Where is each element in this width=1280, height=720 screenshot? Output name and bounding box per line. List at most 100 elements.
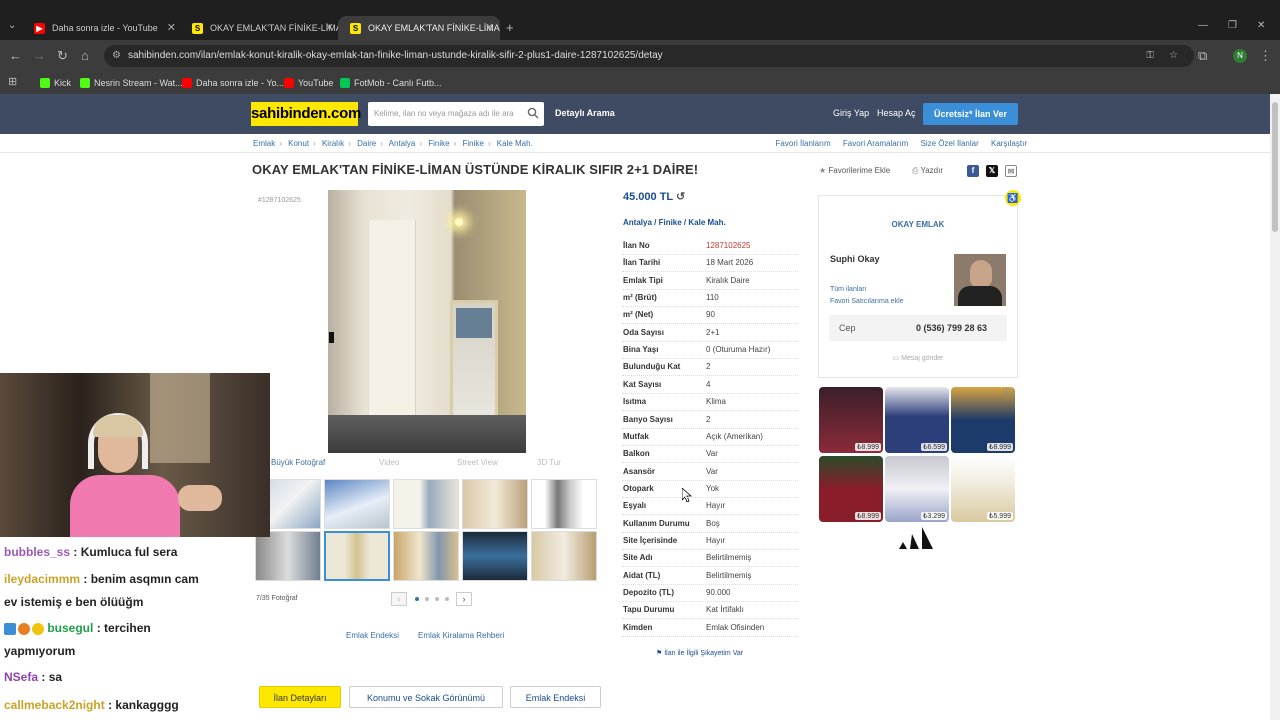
kick-icon <box>40 78 50 88</box>
thumbnail[interactable] <box>324 479 390 529</box>
bookmark-nesrin[interactable]: Nesrin Stream - Wat... <box>80 76 183 90</box>
send-message-link[interactable]: ▭ Mesaj gönder <box>819 354 1017 362</box>
close-window-icon[interactable]: ✕ <box>1257 20 1265 31</box>
bookmark-watch-later[interactable]: Daha sonra izle - Yo... <box>182 76 284 90</box>
breadcrumb-item[interactable]: Konut <box>288 139 309 148</box>
tab-listing-2[interactable]: S OKAY EMLAK'TAN FİNİKE-LİMA ✕ <box>338 16 500 40</box>
apps-icon[interactable]: ⊞ <box>8 75 17 88</box>
breadcrumb-item[interactable]: Finike <box>463 139 484 148</box>
bookmark-kick[interactable]: Kick <box>40 76 71 90</box>
back-icon[interactable]: ← <box>9 48 22 63</box>
scrollbar-thumb[interactable] <box>1272 102 1278 232</box>
ad-item[interactable]: ₺8.999 <box>819 387 883 453</box>
tab-youtube[interactable]: ▶ Daha sonra izle - YouTube ✕ <box>22 16 182 40</box>
breadcrumb-item[interactable]: Kale Mah. <box>497 139 533 148</box>
extensions-icon[interactable]: ⧉ <box>1198 48 1207 64</box>
rental-guide-link[interactable]: Emlak Kiralama Rehberi <box>418 631 504 640</box>
tab-location[interactable]: Konumu ve Sokak Görünümü <box>349 686 503 708</box>
breadcrumb-item[interactable]: Daire <box>357 139 376 148</box>
home-icon[interactable]: ⌂ <box>81 48 89 63</box>
bookmark-youtube[interactable]: YouTube <box>284 76 333 90</box>
prev-photo-arrow[interactable] <box>329 332 334 343</box>
page-scrollbar[interactable] <box>1270 94 1280 720</box>
accessibility-icon[interactable]: ♿ <box>1005 190 1021 206</box>
restore-icon[interactable]: ❐ <box>1228 20 1237 31</box>
price-history-icon[interactable]: ↺ <box>676 191 685 203</box>
thumbnail[interactable] <box>255 531 321 581</box>
email-share-icon[interactable]: ✉ <box>1005 165 1017 177</box>
close-tab-icon[interactable]: ✕ <box>325 16 334 40</box>
thumbnail[interactable] <box>462 531 528 581</box>
pager-dot[interactable] <box>415 597 419 601</box>
prev-page-button[interactable]: ‹ <box>391 592 407 606</box>
pager-dot[interactable] <box>435 597 439 601</box>
location-city[interactable]: Antalya <box>623 218 652 227</box>
print-link[interactable]: ⎙ Yazdır <box>912 166 943 176</box>
breadcrumb-item[interactable]: Kiralık <box>322 139 344 148</box>
detailed-search-link[interactable]: Detaylı Arama <box>555 108 615 118</box>
bookmark-fotmob[interactable]: FotMob - Canlı Futb... <box>340 76 442 90</box>
thumbnail-selected[interactable] <box>324 531 390 581</box>
close-tab-icon[interactable]: ✕ <box>485 16 494 40</box>
tab-street-view[interactable]: Street View <box>457 458 498 467</box>
bookmark-star-icon[interactable]: ☆ <box>1169 45 1178 67</box>
ad-item[interactable]: ₺6.599 <box>885 387 949 453</box>
all-listings-link[interactable]: Tüm ilanları <box>830 286 867 293</box>
profile-avatar[interactable]: N <box>1233 49 1247 63</box>
pager-dot[interactable] <box>445 597 449 601</box>
detail-label: Depozito (TL) <box>623 588 675 597</box>
minimize-icon[interactable]: — <box>1198 20 1208 31</box>
seller-firm-name[interactable]: OKAY EMLAK <box>819 220 1017 229</box>
reload-icon[interactable]: ↻ <box>57 48 68 64</box>
thumbnail[interactable] <box>531 531 597 581</box>
menu-icon[interactable]: ⋮ <box>1259 48 1272 64</box>
close-tab-icon[interactable]: ✕ <box>167 16 176 40</box>
breadcrumb-item[interactable]: Antalya <box>389 139 416 148</box>
tab-3d-tour[interactable]: 3D Tur <box>537 458 561 467</box>
search-icon[interactable] <box>527 107 539 119</box>
forward-icon[interactable]: → <box>33 48 46 63</box>
add-favorite-seller-link[interactable]: Favori Satıcılarıma ekle <box>830 298 904 305</box>
ad-item[interactable]: ₺3.299 <box>885 456 949 522</box>
special-listings-link[interactable]: Size Özel İlanlar <box>921 139 979 148</box>
detail-value: Açık (Amerikan) <box>706 431 763 441</box>
breadcrumb-item[interactable]: Finike <box>428 139 449 148</box>
emlak-index-link[interactable]: Emlak Endeksi <box>346 631 399 640</box>
site-info-icon[interactable]: ⚙ <box>112 45 121 67</box>
location-neighborhood[interactable]: Kale Mah. <box>688 218 725 227</box>
facebook-share-icon[interactable]: f <box>967 165 979 177</box>
tab-list-icon[interactable]: ⌄ <box>8 20 16 31</box>
location-district[interactable]: Finike <box>659 218 682 227</box>
thumbnail[interactable] <box>531 479 597 529</box>
login-link[interactable]: Giriş Yap <box>833 108 869 118</box>
add-favorite-link[interactable]: ★ Favorilerime Ekle <box>819 166 890 175</box>
thumbnail[interactable] <box>393 479 459 529</box>
tab-emlak-index[interactable]: Emlak Endeksi <box>510 686 601 708</box>
ad-info-icon[interactable]: ⓘ⋮ <box>1003 387 1017 397</box>
favorite-listings-link[interactable]: Favori İlanlarım <box>776 139 831 148</box>
favorite-searches-link[interactable]: Favori Aramalarım <box>843 139 908 148</box>
register-link[interactable]: Hesap Aç <box>877 108 916 118</box>
address-bar[interactable]: ⚙ sahibinden.com/ilan/emlak-konut-kirali… <box>104 45 1194 67</box>
tab-listing-details[interactable]: İlan Detayları <box>259 686 341 708</box>
password-key-icon[interactable]: ⚿ <box>1146 45 1154 67</box>
main-photo[interactable] <box>328 190 526 453</box>
ad-item[interactable]: ₺5.999 <box>951 456 1015 522</box>
breadcrumb-item[interactable]: Emlak <box>253 139 275 148</box>
tab-video[interactable]: Video <box>379 458 399 467</box>
phone-box[interactable]: Cep 0 (536) 799 28 63 <box>829 315 1007 341</box>
new-tab-icon[interactable]: + <box>506 20 514 35</box>
ad-item[interactable]: ₺8.999 <box>819 456 883 522</box>
thumbnail[interactable] <box>393 531 459 581</box>
search-input[interactable]: Kelime, ilan no veya mağaza adı ile ara <box>368 102 544 126</box>
pager-dot[interactable] <box>425 597 429 601</box>
x-share-icon[interactable]: 𝕏 <box>986 165 998 177</box>
compare-link[interactable]: Karşılaştır <box>991 139 1027 148</box>
tab-listing-1[interactable]: S OKAY EMLAK'TAN FİNİKE-LİMA ✕ <box>180 16 340 40</box>
report-listing-link[interactable]: ⚑ İlan ile İlgili Şikayetim Var <box>656 649 743 657</box>
site-logo[interactable]: sahibinden.com <box>251 102 361 126</box>
tab-large-photo[interactable]: Büyük Fotoğraf <box>271 458 325 467</box>
next-page-button[interactable]: › <box>456 592 472 606</box>
thumbnail[interactable] <box>462 479 528 529</box>
post-ad-button[interactable]: Ücretsiz* İlan Ver <box>923 103 1018 125</box>
